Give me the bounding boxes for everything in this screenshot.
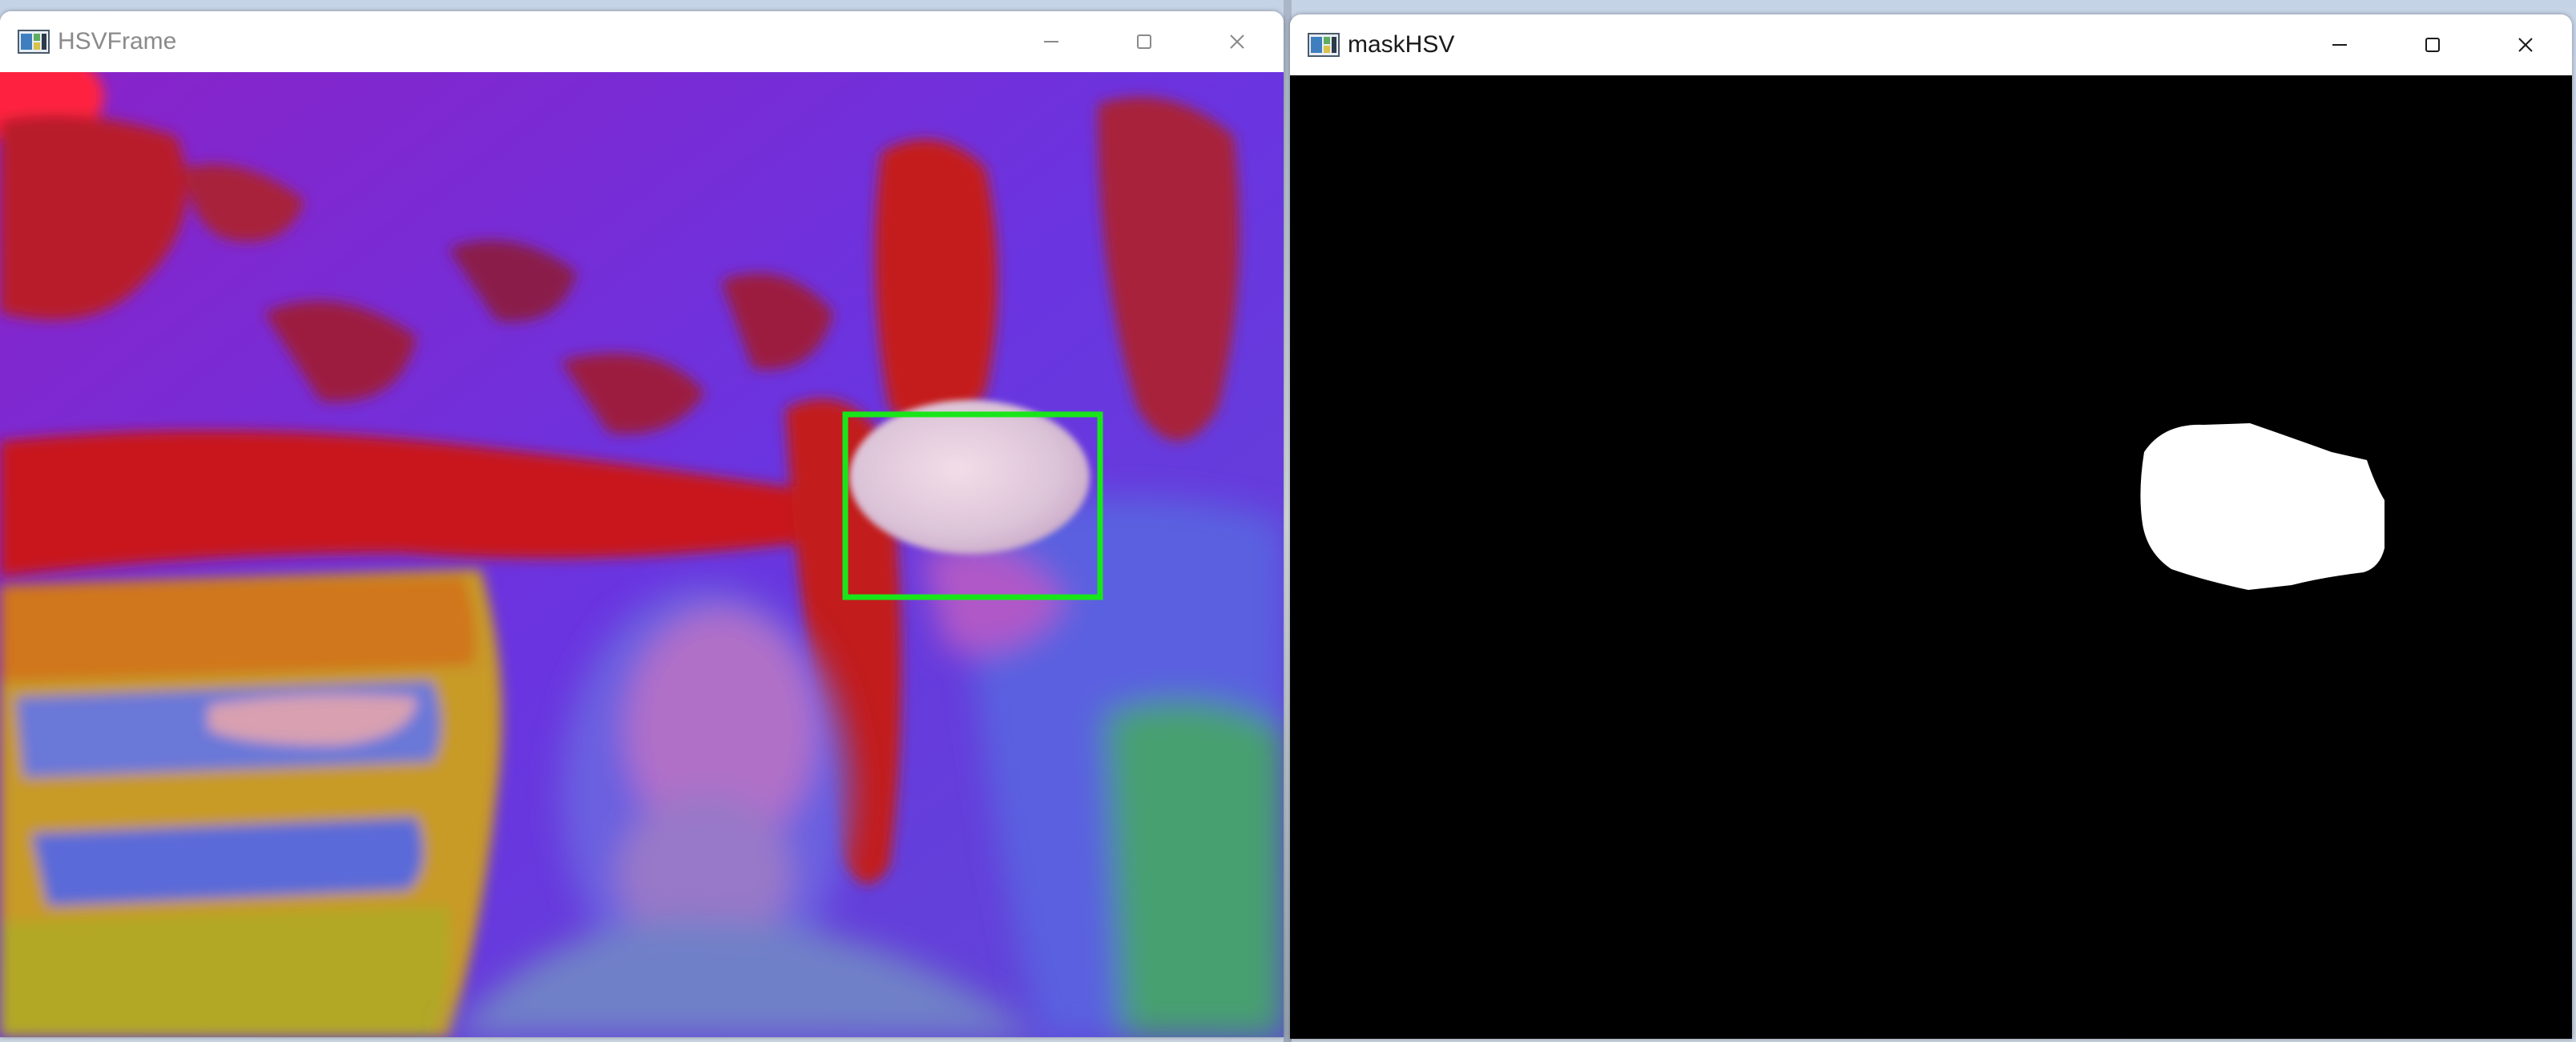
- hsv-frame-window-controls: [1005, 11, 1284, 72]
- hsv-frame-title: HSVFrame: [58, 28, 177, 55]
- mask-canvas: [1290, 75, 2572, 1039]
- maximize-icon: [1137, 34, 1151, 49]
- minimize-icon: [1044, 41, 1058, 42]
- tracked-ball: [849, 400, 1090, 554]
- close-button[interactable]: [2479, 14, 2572, 75]
- hsv-frame-canvas: [0, 72, 1284, 1037]
- hsv-frame-image: [0, 72, 1284, 1037]
- maximize-button[interactable]: [1098, 11, 1191, 72]
- mask-hsv-window-controls: [2293, 14, 2572, 75]
- minimize-button[interactable]: [2293, 14, 2386, 75]
- mask-hsv-image: [1290, 75, 2572, 1039]
- mask-hsv-title: maskHSV: [1348, 31, 1455, 58]
- opencv-window-icon: [18, 30, 50, 54]
- opencv-window-icon: [1308, 33, 1340, 57]
- maximize-icon: [2425, 38, 2440, 52]
- minimize-icon: [2332, 44, 2347, 46]
- minimize-button[interactable]: [1005, 11, 1098, 72]
- close-icon: [1230, 34, 1244, 49]
- close-icon: [2518, 38, 2533, 52]
- hsv-frame-titlebar[interactable]: HSVFrame: [0, 11, 1284, 72]
- maximize-button[interactable]: [2386, 14, 2479, 75]
- close-button[interactable]: [1191, 11, 1284, 72]
- mask-hsv-titlebar[interactable]: maskHSV: [1290, 14, 2572, 75]
- mask-hsv-window[interactable]: maskHSV: [1290, 14, 2572, 1039]
- hsv-frame-window[interactable]: HSVFrame: [0, 11, 1284, 1037]
- yellow-region: [0, 569, 502, 1037]
